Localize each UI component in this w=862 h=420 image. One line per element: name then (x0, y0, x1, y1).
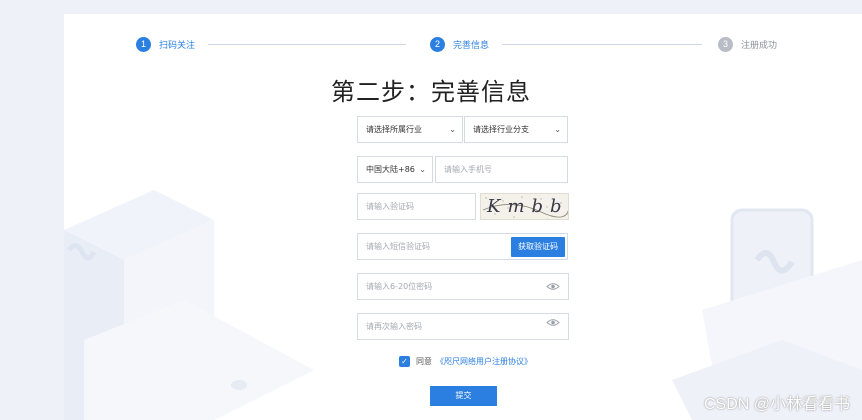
agreement-row: ✓ 同意 《咫尺网络用户注册协议》 (399, 355, 532, 367)
industry-select[interactable]: 请选择所属行业 ⌄ (357, 116, 463, 143)
chevron-down-icon: ⌄ (554, 125, 561, 134)
phone-input[interactable]: 请输入手机号 (435, 156, 568, 183)
captcha-placeholder: 请输入验证码 (366, 202, 414, 211)
captcha-input[interactable]: 请输入验证码 (357, 193, 476, 220)
sms-code-placeholder: 请输入短信验证码 (366, 242, 430, 251)
industry-select-value: 请选择所属行业 (366, 125, 422, 134)
page-title: 第二步：完善信息 (331, 78, 531, 106)
step-2-number: 2 (430, 36, 445, 52)
step-3-label: 注册成功 (741, 40, 778, 51)
progress-steps: 1 扫码关注 2 完善信息 3 注册成功 (136, 35, 786, 53)
industry-sub-select-value: 请选择行业分支 (473, 125, 529, 134)
password-input[interactable]: 请输入6-20位密码 (357, 273, 569, 300)
country-code-select[interactable]: 中国大陆+86 ⌄ (357, 156, 433, 183)
submit-button[interactable]: 提交 (430, 386, 497, 406)
step-1-number: 1 (136, 36, 151, 52)
step-3-number: 3 (718, 36, 733, 52)
country-code-value: 中国大陆+86 (366, 165, 415, 174)
eye-icon[interactable] (546, 318, 560, 327)
decorative-illustration-left (64, 190, 314, 420)
industry-sub-select[interactable]: 请选择行业分支 ⌄ (464, 116, 568, 143)
chevron-down-icon: ⌄ (449, 125, 456, 134)
step-2: 2 完善信息 (430, 35, 489, 53)
step-1: 1 扫码关注 (136, 35, 195, 53)
captcha-text: Kmbb (487, 196, 569, 217)
step-2-label: 完善信息 (453, 40, 490, 51)
get-sms-code-button[interactable]: 获取验证码 (511, 237, 565, 257)
step-connector-1 (208, 44, 406, 45)
decorative-illustration-right (672, 208, 862, 420)
captcha-image[interactable]: Kmbb (480, 193, 569, 220)
eye-icon[interactable] (546, 282, 560, 291)
step-1-label: 扫码关注 (159, 40, 196, 51)
registration-page: 1 扫码关注 2 完善信息 3 注册成功 第二步：完善信息 请选择所属行业 ⌄ … (0, 0, 862, 420)
agree-label: 同意 (416, 356, 432, 366)
step-connector-2 (502, 44, 702, 45)
agreement-link[interactable]: 《咫尺网络用户注册协议》 (436, 356, 532, 367)
agree-checkbox[interactable]: ✓ (399, 355, 410, 367)
password-placeholder: 请输入6-20位密码 (366, 282, 433, 291)
phone-placeholder: 请输入手机号 (444, 165, 492, 174)
watermark: CSDN @小林看看书 (703, 396, 850, 413)
password-confirm-input[interactable]: 请再次输入密码 (357, 313, 569, 340)
step-3: 3 注册成功 (718, 35, 777, 53)
password-confirm-placeholder: 请再次输入密码 (366, 322, 422, 331)
chevron-down-icon: ⌄ (419, 165, 426, 174)
